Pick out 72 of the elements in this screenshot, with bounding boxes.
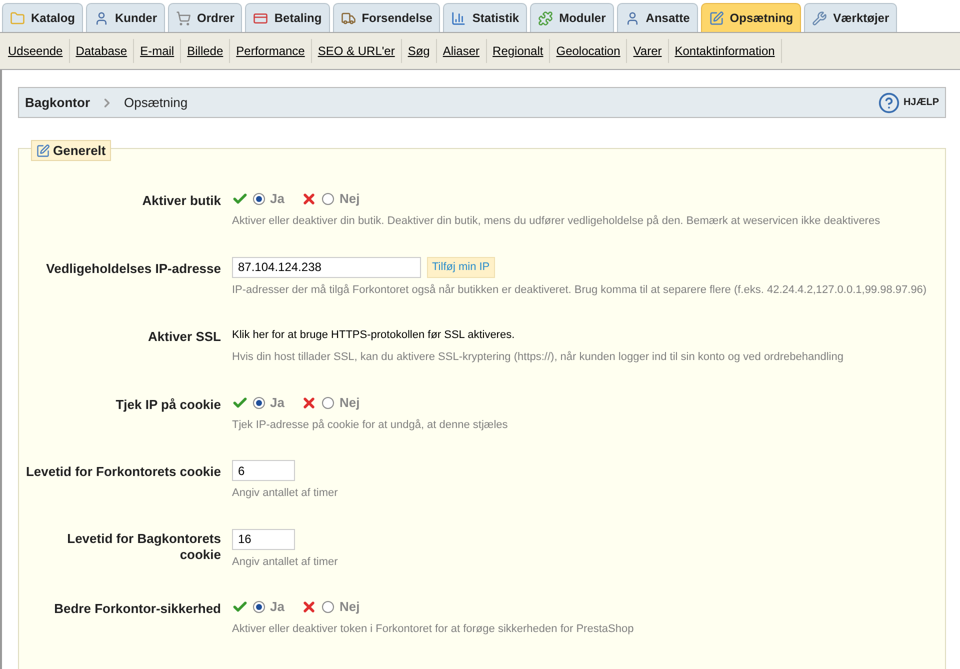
nav-tab[interactable]: Ordrer (168, 3, 242, 32)
subnav-link[interactable]: SEO & URL'er (312, 39, 402, 63)
check-icon (232, 394, 248, 410)
radio-button[interactable] (253, 396, 265, 408)
person-icon (624, 10, 640, 26)
field-hint: Aktiver eller deaktiver token i Forkontoret for at forøge sikkerheden for PrestaShop (232, 622, 634, 637)
number-input-field[interactable]: 16 (232, 528, 295, 550)
nav-tab[interactable]: Kunder (86, 3, 166, 32)
field-label: Aktiver butik (142, 192, 221, 209)
cross-icon (301, 191, 318, 207)
subnav-link[interactable]: Geolocation (550, 39, 628, 63)
field-label: Tjek IP på cookie (116, 396, 221, 412)
radio-button[interactable] (253, 601, 265, 613)
subnav-link[interactable]: Kontaktinformation (668, 39, 782, 63)
subnav-link[interactable]: E-mail (134, 39, 182, 63)
puzzle-icon (538, 10, 554, 26)
field-hint: Angiv antallet af timer (232, 486, 338, 501)
radio-label: Nej (339, 598, 360, 616)
radio-button[interactable] (322, 193, 334, 205)
person-icon (94, 10, 110, 26)
ip-input-field[interactable]: 87.104.124.238 (232, 256, 421, 278)
legend-title: Generelt (53, 142, 106, 160)
radio-label: Ja (270, 190, 284, 208)
ssl-link[interactable]: Klik her for at bruge HTTPS-protokollen før SSL aktiveres. (232, 325, 844, 345)
help-button[interactable]: HJÆLP (878, 92, 939, 114)
nav-tab[interactable]: Forsendelse (332, 3, 440, 32)
field-hint: IP-adresser der må tilgå Forkontoret også når butikken er deaktiveret. Brug komma til at separere flere (f.eks. 42.24.4.2,127.0.0.1,99.98.97.96) (232, 282, 927, 298)
field-hint: Tjek IP-adresse på cookie for at undgå, at denne stjæles (232, 418, 508, 432)
field-label: Vedligeholdelses IP-adresse (46, 260, 221, 276)
nav-tab[interactable]: Værktøjer (804, 3, 898, 32)
field-hint: Angiv antallet af timer (232, 554, 338, 570)
radio-button[interactable] (322, 601, 334, 613)
field-label: Bedre Forkontor-sikkerhed (54, 600, 221, 617)
subnav-link[interactable]: Udseende (2, 39, 70, 63)
radio-label: Ja (270, 394, 284, 412)
cross-icon (301, 599, 318, 615)
radio-button[interactable] (253, 193, 265, 205)
wrench-icon (812, 10, 828, 26)
radio-button[interactable] (322, 396, 334, 408)
cross-icon (301, 394, 318, 410)
bar-chart-icon (451, 10, 466, 26)
field-label: Levetid for Bagkontorets cookie (66, 530, 221, 562)
radio-label: Nej (339, 394, 360, 412)
truck-icon (340, 10, 356, 26)
nav-tab[interactable]: Betaling (245, 3, 330, 32)
field-hint: Aktiver eller deaktiver din butik. Deaktiver din butik, mens du udfører vedligeholdelse på den. Bemærk at weservicen ikke deaktiveres (232, 214, 880, 229)
subnav-link[interactable]: Aliaser (436, 39, 487, 63)
subnav-link[interactable]: Billede (181, 39, 230, 63)
nav-tab[interactable]: Opsætning (700, 3, 802, 32)
cart-icon (176, 10, 192, 26)
subnav-link[interactable]: Database (70, 39, 134, 63)
help-icon (878, 92, 900, 114)
breadcrumb-current: Opsætning (124, 94, 188, 112)
nav-tab[interactable]: Moduler (530, 3, 614, 32)
radio-label: Ja (270, 598, 284, 616)
field-label: Levetid for Forkontorets cookie (26, 463, 221, 480)
field-hint: Hvis din host tillader SSL, kan du aktivere SSL-kryptering (https://), når kunden logger ind til sin konto og ved ordrebehandling (232, 350, 844, 365)
edit-icon (708, 10, 724, 26)
edit-icon (36, 144, 50, 158)
folder-icon (10, 10, 25, 26)
subnav-link[interactable]: Regionalt (486, 39, 550, 63)
nav-tab[interactable]: Ansatte (616, 3, 698, 32)
number-input-field[interactable]: 6 (232, 460, 295, 481)
card-icon (253, 10, 268, 26)
nav-tab[interactable]: Statistik (443, 3, 528, 32)
nav-tab[interactable]: Katalog (2, 3, 84, 32)
field-label: Aktiver SSL (148, 328, 221, 345)
subnav-link[interactable]: Varer (627, 39, 669, 63)
radio-label: Nej (339, 190, 360, 208)
subnav-link[interactable]: Søg (402, 39, 437, 63)
breadcrumb-root: Bagkontor (25, 94, 90, 112)
subnav-link[interactable]: Performance (230, 39, 312, 63)
